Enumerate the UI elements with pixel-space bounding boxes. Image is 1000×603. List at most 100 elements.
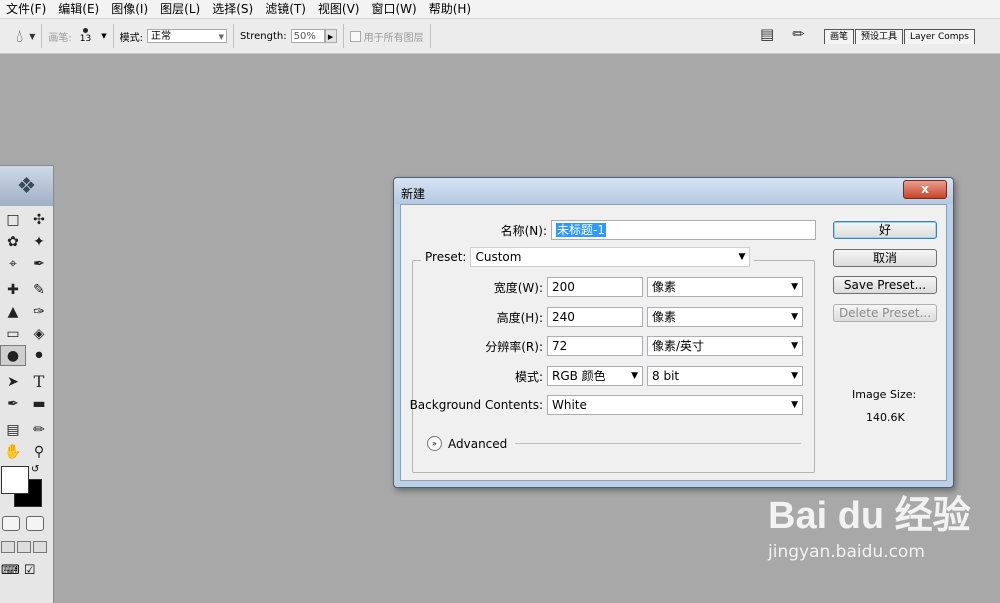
background-row: Background Contents: White ▼ bbox=[401, 395, 803, 415]
menu-help[interactable]: 帮助(H) bbox=[423, 0, 477, 18]
menu-layer[interactable]: 图层(L) bbox=[154, 0, 206, 18]
chevron-down-icon: ▼ bbox=[218, 33, 224, 41]
standard-screen-mode-button[interactable] bbox=[1, 541, 15, 553]
sample-all-layers-checkbox[interactable] bbox=[349, 30, 361, 42]
height-input[interactable]: 240 bbox=[547, 307, 643, 327]
history-brush-tool-icon[interactable]: ✑ bbox=[26, 301, 52, 322]
slice-tool-icon[interactable]: ✒ bbox=[26, 253, 52, 274]
image-size-value: 140.6K bbox=[866, 411, 905, 424]
separator bbox=[342, 24, 344, 48]
color-mode-value: RGB 颜色 bbox=[552, 369, 606, 383]
background-label: Background Contents: bbox=[409, 398, 543, 412]
color-mode-select[interactable]: RGB 颜色 ▼ bbox=[547, 366, 643, 386]
notes-tool-icon[interactable]: ▤ bbox=[0, 419, 26, 440]
dialog-titlebar[interactable]: 新建 x bbox=[394, 178, 953, 204]
blur-tool-icon[interactable]: ● bbox=[0, 345, 26, 366]
menu-edit[interactable]: 编辑(E) bbox=[52, 0, 105, 18]
eyedropper-tool-icon[interactable]: ✏ bbox=[26, 419, 52, 440]
full-screen-mode-button[interactable] bbox=[33, 541, 47, 553]
foreground-color-swatch[interactable] bbox=[1, 466, 29, 494]
expand-advanced-icon[interactable]: » bbox=[427, 436, 442, 451]
preset-value: Custom bbox=[475, 250, 522, 264]
palette-well-icon[interactable]: ✏ bbox=[792, 25, 805, 43]
crop-tool-icon[interactable]: ⌖ bbox=[0, 253, 26, 274]
menu-view[interactable]: 视图(V) bbox=[312, 0, 366, 18]
move-tool-icon[interactable]: ✣ bbox=[26, 209, 52, 230]
quick-mask-mode-button[interactable] bbox=[26, 516, 44, 531]
water-drop-icon: 💧︎ bbox=[16, 25, 24, 47]
hand-tool-icon[interactable]: ✋ bbox=[0, 441, 26, 462]
rectangle-tool-icon[interactable]: ▬ bbox=[26, 393, 52, 414]
watermark-url: jingyan.baidu.com bbox=[768, 542, 925, 562]
dodge-tool-icon[interactable]: ⚫ bbox=[26, 345, 52, 366]
jump-icon[interactable]: ☑ bbox=[24, 563, 36, 578]
zoom-tool-icon[interactable]: ⚲ bbox=[26, 441, 52, 462]
resolution-unit-select[interactable]: 像素/英寸 ▼ bbox=[647, 336, 803, 356]
advanced-divider bbox=[515, 443, 802, 444]
resolution-unit-value: 像素/英寸 bbox=[652, 339, 705, 353]
menu-bar: 文件(F) 编辑(E) 图像(I) 图层(L) 选择(S) 滤镜(T) 视图(V… bbox=[0, 0, 1000, 19]
feather-icon[interactable]: ❖ bbox=[0, 166, 53, 206]
mode-select[interactable]: 正常 ▼ bbox=[146, 29, 227, 43]
jump-to-imageready: ⌨ ☑ bbox=[0, 563, 53, 578]
name-input[interactable]: 未标题-1 bbox=[551, 220, 816, 240]
chevron-down-icon[interactable]: ▼ bbox=[101, 32, 106, 40]
pen-tool-icon[interactable]: ✒ bbox=[0, 393, 26, 414]
height-unit-select[interactable]: 像素 ▼ bbox=[647, 307, 803, 327]
resolution-row: 分辨率(R): 72 像素/英寸 ▼ bbox=[401, 336, 803, 356]
height-label: 高度(H): bbox=[496, 310, 543, 325]
menu-filter[interactable]: 滤镜(T) bbox=[259, 0, 312, 18]
bit-depth-select[interactable]: 8 bit ▼ bbox=[647, 366, 803, 386]
height-row: 高度(H): 240 像素 ▼ bbox=[401, 307, 803, 327]
height-unit-value: 像素 bbox=[652, 310, 677, 324]
chevron-down-icon: ▼ bbox=[29, 31, 36, 41]
close-icon[interactable]: x bbox=[903, 180, 947, 199]
ok-button[interactable]: 好 bbox=[833, 221, 937, 239]
brush-tool-icon[interactable]: ✎ bbox=[26, 279, 52, 300]
cancel-button[interactable]: 取消 bbox=[833, 249, 937, 267]
swap-colors-icon[interactable]: ↺ bbox=[31, 464, 39, 475]
tab-tool-presets[interactable]: 预设工具 bbox=[855, 29, 904, 44]
strength-input[interactable]: 50% bbox=[290, 29, 325, 43]
lasso-tool-icon[interactable]: ✿ bbox=[0, 231, 26, 252]
healing-brush-tool-icon[interactable]: ✚ bbox=[0, 279, 26, 300]
separator bbox=[429, 24, 431, 48]
name-row: 名称(N): 未标题-1 bbox=[401, 220, 816, 240]
mode-row: 模式: RGB 颜色 ▼ 8 bit ▼ bbox=[401, 366, 803, 386]
full-screen-menu-mode-button[interactable] bbox=[17, 541, 31, 553]
background-select[interactable]: White ▼ bbox=[547, 395, 803, 415]
type-tool-icon[interactable]: T bbox=[26, 371, 52, 392]
document-icon[interactable]: ▤ bbox=[760, 25, 774, 43]
paint-bucket-tool-icon[interactable]: ◈ bbox=[26, 323, 52, 344]
preset-row: Preset: Custom ▼ bbox=[421, 247, 755, 267]
preset-select[interactable]: Custom ▼ bbox=[470, 247, 751, 267]
baidu-logo: Bai du 经验 bbox=[768, 495, 971, 537]
brush-size: 13 bbox=[79, 34, 92, 44]
marquee-tool-icon[interactable]: □ bbox=[0, 209, 26, 230]
toolbox: ❖ □ ✣ ✿ ✦ ⌖ ✒ ✚ ✎ ▲ ✑ ▭ ◈ ● ⚫ ➤ T ✒ ▬ ▤ … bbox=[0, 165, 54, 603]
save-preset-button[interactable]: Save Preset... bbox=[833, 276, 937, 294]
tab-layer-comps[interactable]: Layer Comps bbox=[904, 29, 975, 44]
strength-slider-button[interactable]: ▶ bbox=[324, 29, 337, 43]
path-selection-tool-icon[interactable]: ➤ bbox=[0, 371, 26, 392]
preset-label: Preset: bbox=[425, 250, 467, 264]
imageready-icon[interactable]: ⌨ bbox=[1, 563, 20, 578]
brush-picker[interactable]: 13 bbox=[80, 28, 91, 44]
menu-file[interactable]: 文件(F) bbox=[0, 0, 52, 18]
standard-mode-button[interactable] bbox=[2, 516, 20, 531]
advanced-label[interactable]: Advanced bbox=[448, 437, 507, 451]
width-input[interactable]: 200 bbox=[547, 277, 643, 297]
eraser-tool-icon[interactable]: ▭ bbox=[0, 323, 26, 344]
resolution-input[interactable]: 72 bbox=[547, 336, 643, 356]
mode-label: 模式: bbox=[119, 32, 143, 44]
tab-brushes[interactable]: 画笔 bbox=[824, 29, 855, 44]
tool-preset-picker[interactable]: 💧︎ ▼ bbox=[16, 26, 35, 47]
name-label: 名称(N): bbox=[500, 223, 547, 238]
menu-select[interactable]: 选择(S) bbox=[206, 0, 259, 18]
menu-window[interactable]: 窗口(W) bbox=[365, 0, 422, 18]
magic-wand-tool-icon[interactable]: ✦ bbox=[26, 231, 52, 252]
menu-image[interactable]: 图像(I) bbox=[105, 0, 154, 18]
chevron-down-icon: ▼ bbox=[738, 252, 746, 262]
stamp-tool-icon[interactable]: ▲ bbox=[0, 301, 26, 322]
width-unit-select[interactable]: 像素 ▼ bbox=[647, 277, 803, 297]
